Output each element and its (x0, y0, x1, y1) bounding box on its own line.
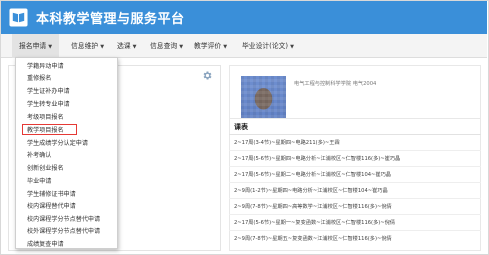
profile-info: 电气工程与控制科学学院 电气2004 (294, 81, 377, 87)
main-nav: 报名申请 ▼ 信息维护 ▼ 选课 ▼ 信息查询 ▼ 教学评价 ▼ 毕业设计(论文) ▼ (1, 34, 487, 58)
menu-item-exam-level-signup[interactable]: 考级项目报名 (27, 112, 64, 121)
nav-label: 毕业设计(论文) (242, 42, 289, 50)
schedule-panel (229, 118, 481, 251)
course-divider (229, 214, 481, 215)
app-title: 本科教学管理与服务平台 (36, 12, 185, 27)
menu-item-makeup-exam[interactable]: 补考确认 (27, 150, 51, 159)
caret-down-icon: ▼ (132, 44, 137, 50)
nav-info-query[interactable]: 信息查询 ▼ (150, 34, 183, 58)
header-bar: 本科教学管理与服务平台 (1, 1, 487, 34)
nav-label: 信息查询 (150, 42, 178, 50)
course-entry: 2~17周(5-6节)~星期一~复变函数~江浦校区~仁智楼116(多)~倪倩 (234, 220, 396, 226)
menu-item-course-substitute[interactable]: 校内课程替代申请 (27, 201, 76, 210)
course-entry: 2~17周(3-4节)~星期四~电路211(多)~王霖 (234, 140, 340, 146)
caret-down-icon: ▼ (179, 44, 184, 50)
schedule-divider (229, 134, 481, 135)
course-divider (229, 166, 481, 167)
nav-label: 报名申请 (19, 42, 47, 50)
highlight-annotation (22, 124, 77, 135)
menu-item-major-transfer[interactable]: 学生转专业申请 (27, 99, 70, 108)
gear-icon[interactable] (202, 70, 213, 81)
nav-teaching-evaluation[interactable]: 教学评价 ▼ (194, 34, 227, 58)
menu-item-external-credit-sub[interactable]: 校外课程学分节点替代申请 (27, 226, 100, 235)
nav-signup[interactable]: 报名申请 ▼ (12, 34, 60, 58)
caret-down-icon: ▼ (223, 44, 228, 50)
menu-item-innovation-signup[interactable]: 创新创业报名 (27, 163, 64, 172)
nav-label: 教学评价 (194, 42, 222, 50)
menu-item-minor-certificate[interactable]: 学生辅修证书申请 (27, 189, 76, 198)
menu-item-graduation-apply[interactable]: 毕业申请 (27, 176, 51, 185)
menu-item-internal-credit-sub[interactable]: 校内课程学分节点替代申请 (27, 214, 100, 223)
course-divider (229, 230, 481, 231)
menu-item-status-change[interactable]: 学籍异动申请 (27, 61, 64, 70)
course-divider (229, 198, 481, 199)
course-entry: 2~17周(5-6节)~星期四~电路分析~江浦校区~仁智楼116(多)~崔巧晶 (234, 156, 401, 162)
menu-item-grade-recheck[interactable]: 成绩复查申请 (27, 239, 64, 248)
course-entry: 2~9周(1-2节)~星期四~电路分析~江浦校区~仁智楼104~崔巧晶 (234, 188, 388, 194)
menu-item-student-card[interactable]: 学生证补办申请 (27, 86, 70, 95)
menu-item-credit-recognition[interactable]: 学生成绩学分认定申请 (27, 138, 88, 147)
course-divider (229, 150, 481, 151)
course-entry: 2~17周(5-6节)~星期二~电路分析~江浦校区~仁智楼104~崔巧晶 (234, 172, 391, 178)
caret-down-icon: ▼ (290, 44, 294, 50)
nav-course-selection[interactable]: 选课 ▼ (117, 34, 136, 58)
nav-info-maintenance[interactable]: 信息维护 ▼ (71, 34, 104, 58)
course-entry: 2~9周(7-8节)~星期五~复变函数~江浦校区~仁智楼116(多)~倪倩 (234, 236, 392, 242)
schedule-title: 课表 (234, 123, 248, 131)
menu-item-retake-signup[interactable]: 重修报名 (27, 73, 51, 82)
caret-down-icon: ▼ (100, 44, 105, 50)
caret-down-icon: ▼ (48, 44, 53, 50)
course-entry: 2~9周(7-8节)~星期四~高等数学~江浦校区~仁智楼116(多)~倪倩 (234, 204, 392, 210)
book-logo-icon (9, 8, 28, 27)
nav-graduation-design[interactable]: 毕业设计(论文) ▼ (242, 34, 294, 58)
course-divider (229, 182, 481, 183)
nav-label: 信息维护 (71, 42, 99, 50)
nav-label: 选课 (117, 42, 131, 50)
